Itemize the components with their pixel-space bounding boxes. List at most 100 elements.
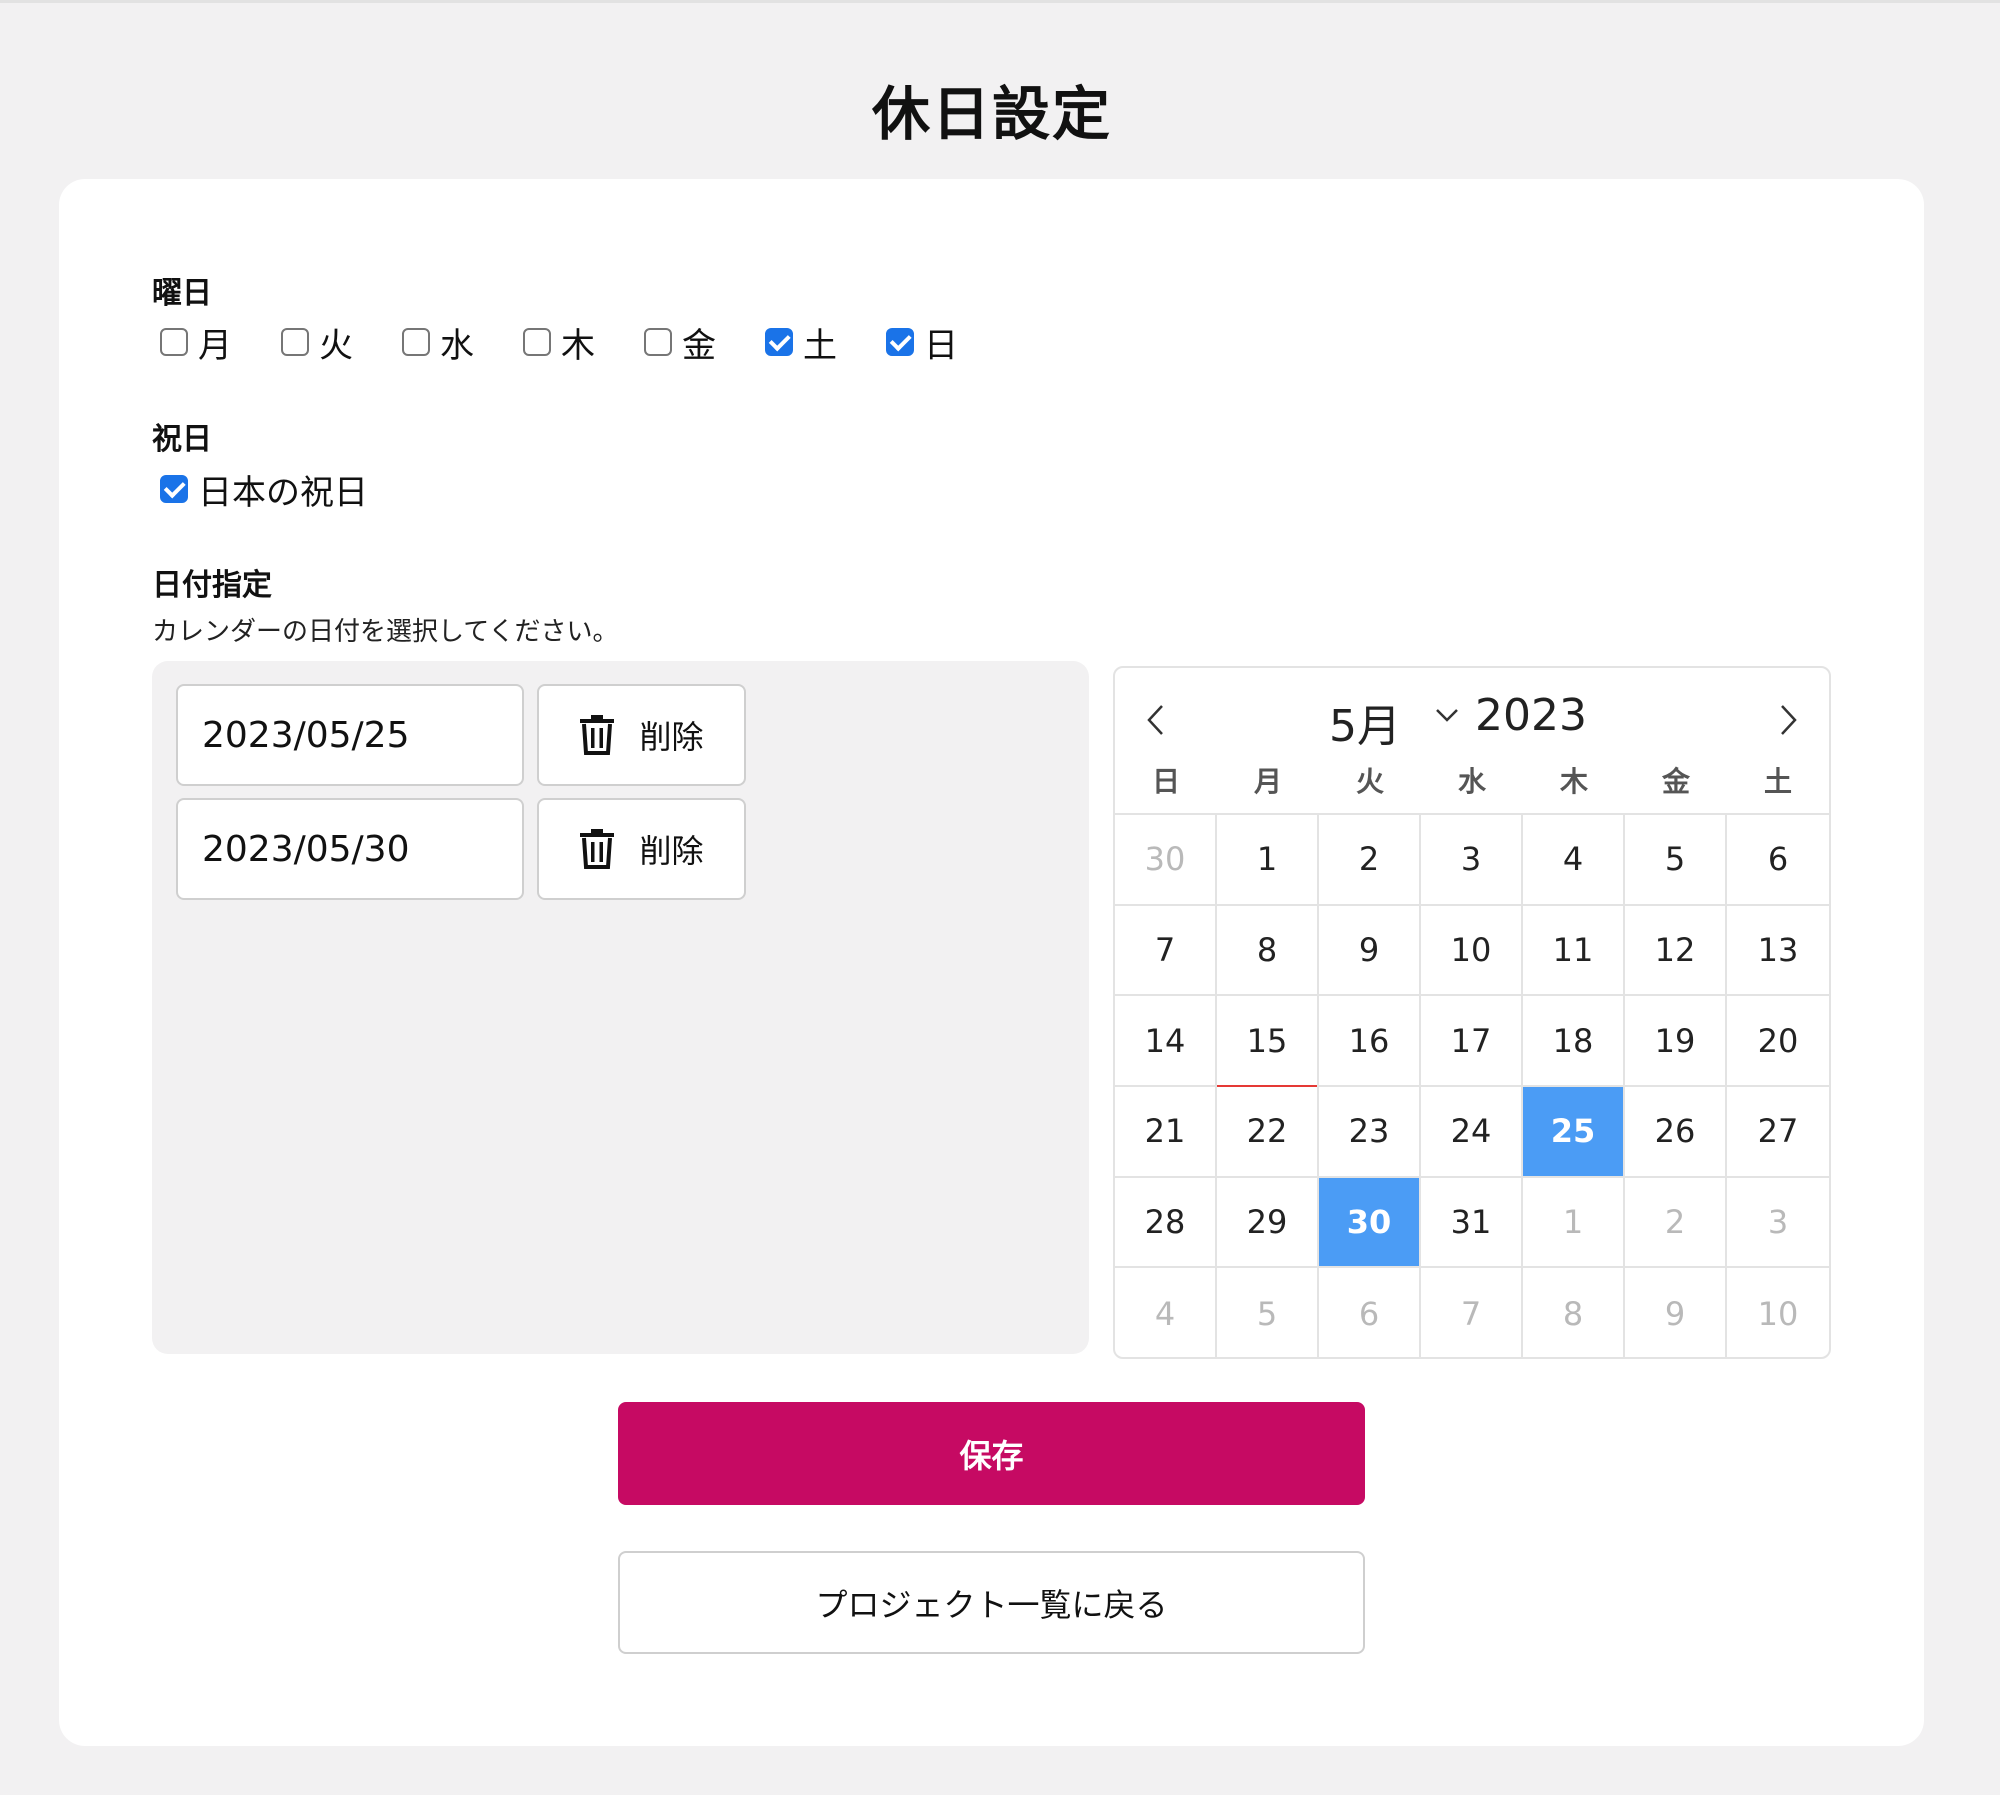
checkbox[interactable] <box>160 328 188 356</box>
calendar-day[interactable]: 24 <box>1421 1086 1523 1178</box>
calendar-day[interactable]: 8 <box>1523 1268 1625 1359</box>
trash-icon <box>580 829 615 869</box>
weekday-header: 月 <box>1253 765 1282 798</box>
calendar-day[interactable]: 17 <box>1421 996 1523 1087</box>
date-spec-hint: カレンダーの日付を選択してください。 <box>152 617 619 647</box>
chevron-right-icon <box>1781 705 1797 735</box>
calendar-weekday-headers: 日 月 火 水 木 金 土 <box>1115 760 1829 800</box>
checkbox-label: 日 <box>924 325 958 366</box>
date-field[interactable]: 2023/05/25 <box>176 684 524 786</box>
checkbox[interactable] <box>886 328 914 356</box>
calendar-day[interactable]: 15 <box>1217 996 1319 1087</box>
checkbox-label: 金 <box>682 325 716 366</box>
calendar-day[interactable]: 16 <box>1319 996 1421 1087</box>
checkbox-label: 木 <box>561 325 595 366</box>
calendar-day[interactable]: 10 <box>1727 1268 1829 1359</box>
weekday-checkbox-fri[interactable]: 金 <box>644 318 765 367</box>
calendar-day[interactable]: 4 <box>1115 1268 1217 1359</box>
weekday-checkbox-sun[interactable]: 日 <box>886 318 1007 367</box>
chevron-down-icon[interactable] <box>1435 708 1459 722</box>
checkbox[interactable] <box>160 475 188 503</box>
checkbox-label: 月 <box>198 325 232 366</box>
calendar-day[interactable]: 6 <box>1319 1268 1421 1359</box>
prev-month-button[interactable] <box>1135 690 1175 750</box>
weekday-checkbox-wed[interactable]: 水 <box>402 318 523 367</box>
checkbox-label: 日本の祝日 <box>198 472 368 513</box>
calendar-day[interactable]: 26 <box>1625 1086 1727 1178</box>
calendar-day[interactable]: 12 <box>1625 905 1727 997</box>
back-to-projects-button[interactable]: プロジェクト一覧に戻る <box>618 1551 1365 1654</box>
weekday-header: 木 <box>1559 765 1588 798</box>
calendar-day[interactable]: 11 <box>1523 905 1625 997</box>
weekday-header: 土 <box>1763 765 1792 798</box>
delete-button[interactable]: 削除 <box>537 684 746 786</box>
calendar-day[interactable]: 22 <box>1217 1086 1319 1178</box>
checkbox[interactable] <box>523 328 551 356</box>
page-title: 休日設定 <box>871 80 1112 148</box>
date-picker-calendar: 5月 2023 日 月 火 水 木 金 土 30 1 2 3 4 5 6 7 8 9 10 11 12 1… <box>1113 666 1831 1359</box>
checkbox-label: 土 <box>803 325 837 366</box>
calendar-day[interactable]: 9 <box>1319 905 1421 997</box>
calendar-day[interactable]: 21 <box>1115 1086 1217 1178</box>
checkbox[interactable] <box>765 328 793 356</box>
checkbox[interactable] <box>281 328 309 356</box>
weekday-checkbox-group: 月 火 水 木 金 土 日 <box>160 318 1007 367</box>
weekday-checkbox-sat[interactable]: 土 <box>765 318 886 367</box>
calendar-day[interactable]: 2 <box>1319 815 1421 906</box>
holidays-label: 祝日 <box>152 422 212 457</box>
calendar-day[interactable]: 31 <box>1421 1177 1523 1269</box>
calendar-day[interactable]: 6 <box>1727 815 1829 906</box>
delete-button-label: 削除 <box>639 718 704 756</box>
calendar-day[interactable]: 25 <box>1523 1086 1625 1178</box>
calendar-day[interactable]: 19 <box>1625 996 1727 1087</box>
calendar-day[interactable]: 18 <box>1523 996 1625 1087</box>
calendar-day[interactable]: 23 <box>1319 1086 1421 1178</box>
holiday-checkbox-japan[interactable]: 日本の祝日 <box>160 467 368 513</box>
calendar-day[interactable]: 20 <box>1727 996 1829 1087</box>
calendar-day[interactable]: 4 <box>1523 815 1625 906</box>
date-field[interactable]: 2023/05/30 <box>176 798 524 900</box>
calendar-day[interactable]: 7 <box>1421 1268 1523 1359</box>
delete-button-label: 削除 <box>639 832 704 870</box>
checkbox[interactable] <box>402 328 430 356</box>
checkbox-label: 水 <box>440 325 474 366</box>
weekdays-label: 曜日 <box>152 276 212 311</box>
delete-button[interactable]: 削除 <box>537 798 746 900</box>
calendar-day[interactable]: 7 <box>1115 905 1217 997</box>
checkbox[interactable] <box>644 328 672 356</box>
calendar-day[interactable]: 13 <box>1727 906 1829 997</box>
calendar-day-grid: 30 1 2 3 4 5 6 7 8 9 10 11 12 13 14 15 16 17 18 19 20 21 22 23 2… <box>1115 813 1829 1359</box>
calendar-day[interactable]: 30 <box>1319 1177 1421 1269</box>
month-select[interactable]: 5月 <box>1329 690 1401 754</box>
calendar-day[interactable]: 29 <box>1217 1177 1319 1269</box>
calendar-day[interactable]: 30 <box>1115 815 1217 906</box>
save-button[interactable]: 保存 <box>618 1402 1365 1505</box>
calendar-day[interactable]: 9 <box>1625 1268 1727 1359</box>
calendar-day[interactable]: 28 <box>1115 1177 1217 1269</box>
calendar-day[interactable]: 8 <box>1217 905 1319 997</box>
weekday-checkbox-mon[interactable]: 月 <box>160 318 281 367</box>
weekday-checkbox-tue[interactable]: 火 <box>281 318 402 367</box>
weekday-checkbox-thu[interactable]: 木 <box>523 318 644 367</box>
calendar-day[interactable]: 1 <box>1217 815 1319 906</box>
calendar-day[interactable]: 27 <box>1727 1087 1829 1178</box>
weekday-header: 火 <box>1355 765 1384 798</box>
weekday-header: 水 <box>1457 765 1486 798</box>
calendar-day[interactable]: 3 <box>1727 1178 1829 1269</box>
date-row: 2023/05/30 削除 <box>176 798 746 900</box>
calendar-day[interactable]: 5 <box>1217 1268 1319 1359</box>
chevron-left-icon <box>1147 705 1163 735</box>
next-month-button[interactable] <box>1769 690 1809 750</box>
calendar-day[interactable]: 14 <box>1115 996 1217 1087</box>
calendar-day[interactable]: 5 <box>1625 815 1727 906</box>
weekday-header: 金 <box>1661 765 1690 798</box>
year-select[interactable]: 2023 <box>1475 690 1587 741</box>
calendar-day[interactable]: 10 <box>1421 905 1523 997</box>
selected-dates-panel: 2023/05/25 削除 2023/05/30 削除 <box>152 661 1089 1354</box>
weekday-header: 日 <box>1151 765 1180 798</box>
calendar-day[interactable]: 1 <box>1523 1177 1625 1269</box>
date-row: 2023/05/25 削除 <box>176 684 746 786</box>
calendar-day[interactable]: 3 <box>1421 815 1523 906</box>
checkbox-label: 火 <box>319 325 353 366</box>
calendar-day[interactable]: 2 <box>1625 1177 1727 1269</box>
